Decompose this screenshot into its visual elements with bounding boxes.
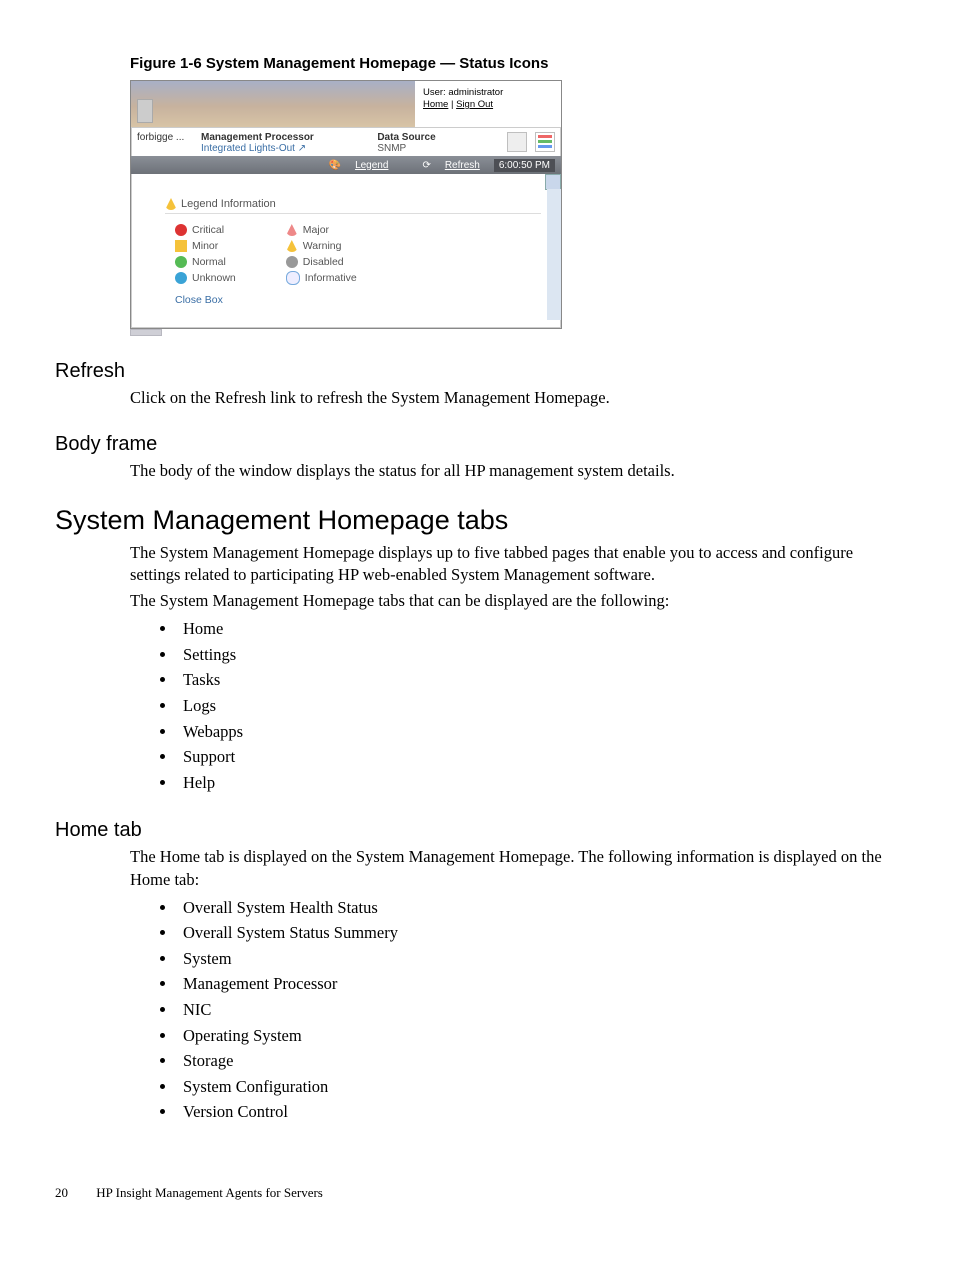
critical-icon (175, 224, 187, 236)
list-item: Logs (177, 693, 899, 719)
printer-icon[interactable] (507, 132, 527, 152)
scrollbar[interactable] (547, 189, 561, 320)
mp-link[interactable]: Integrated Lights-Out ↗ (201, 143, 371, 154)
heading-body-frame: Body frame (55, 433, 899, 456)
legend-item: Warning (303, 238, 342, 254)
list-item: NIC (177, 997, 899, 1023)
page-number: 20 (55, 1185, 93, 1201)
list-item: Storage (177, 1048, 899, 1074)
screenshot: User: administrator Home | Sign Out forb… (130, 80, 562, 329)
legend-item: Unknown (192, 270, 236, 286)
list-item: Help (177, 770, 899, 796)
home-link[interactable]: Home (423, 99, 448, 110)
list-item: Overall System Health Status (177, 895, 899, 921)
warning-icon (286, 240, 298, 252)
legend-item: Minor (192, 238, 218, 254)
page-footer: 20 HP Insight Management Agents for Serv… (55, 1185, 899, 1201)
disabled-icon (286, 256, 298, 268)
legend-info-title: Legend Information (181, 198, 276, 210)
unknown-icon (175, 272, 187, 284)
palette-icon: 🎨 (329, 160, 341, 171)
para: The body of the window displays the stat… (130, 460, 899, 482)
normal-icon (175, 256, 187, 268)
legend-item: Critical (192, 222, 224, 238)
list-item: Tasks (177, 667, 899, 693)
list-item: System Configuration (177, 1074, 899, 1100)
refresh-icon: ⟳ (422, 160, 430, 171)
heading-refresh: Refresh (55, 360, 899, 383)
resize-grip-icon (130, 329, 162, 336)
warning-icon (165, 198, 177, 210)
list-item: Version Control (177, 1099, 899, 1125)
heading-home-tab: Home tab (55, 819, 899, 842)
heading-smh-tabs: System Management Homepage tabs (55, 505, 899, 536)
scroll-up-icon[interactable] (545, 174, 561, 190)
minor-icon (175, 240, 187, 252)
legend-item: Disabled (303, 254, 344, 270)
list-item: Home (177, 616, 899, 642)
legend-link[interactable]: Legend (355, 160, 388, 171)
home-list: Overall System Health Status Overall Sys… (163, 895, 899, 1125)
list-item: Webapps (177, 719, 899, 745)
legend-item: Major (303, 222, 329, 238)
hostname-cell: forbigge ... (137, 132, 195, 143)
footer-title: HP Insight Management Agents for Servers (96, 1185, 323, 1200)
list-item: Support (177, 744, 899, 770)
mp-head: Management Processor (201, 132, 371, 143)
para: Click on the Refresh link to refresh the… (130, 387, 899, 409)
signout-link[interactable]: Sign Out (456, 99, 493, 110)
major-icon (286, 224, 298, 236)
tabs-list: Home Settings Tasks Logs Webapps Support… (163, 616, 899, 795)
refresh-link[interactable]: Refresh (445, 160, 480, 171)
list-item: Settings (177, 642, 899, 668)
timestamp: 6:00:50 PM (494, 159, 555, 172)
user-label: User: administrator (423, 87, 553, 99)
figure-caption: Figure 1-6 System Management Homepage — … (130, 55, 899, 72)
para: The System Management Homepage tabs that… (130, 590, 899, 612)
user-box: User: administrator Home | Sign Out (415, 81, 561, 127)
ds-value: SNMP (377, 143, 499, 154)
informative-icon (286, 271, 300, 285)
legend-item: Normal (192, 254, 226, 270)
list-item: Operating System (177, 1023, 899, 1049)
legend-item: Informative (305, 270, 357, 286)
para: The Home tab is displayed on the System … (130, 846, 899, 891)
ds-head: Data Source (377, 132, 499, 143)
para: The System Management Homepage displays … (130, 542, 899, 587)
list-item: Management Processor (177, 971, 899, 997)
list-item: Overall System Status Summery (177, 920, 899, 946)
legend-swatch-icon[interactable] (535, 132, 555, 152)
close-box-link[interactable]: Close Box (165, 290, 541, 306)
list-item: System (177, 946, 899, 972)
banner-image (131, 81, 415, 127)
